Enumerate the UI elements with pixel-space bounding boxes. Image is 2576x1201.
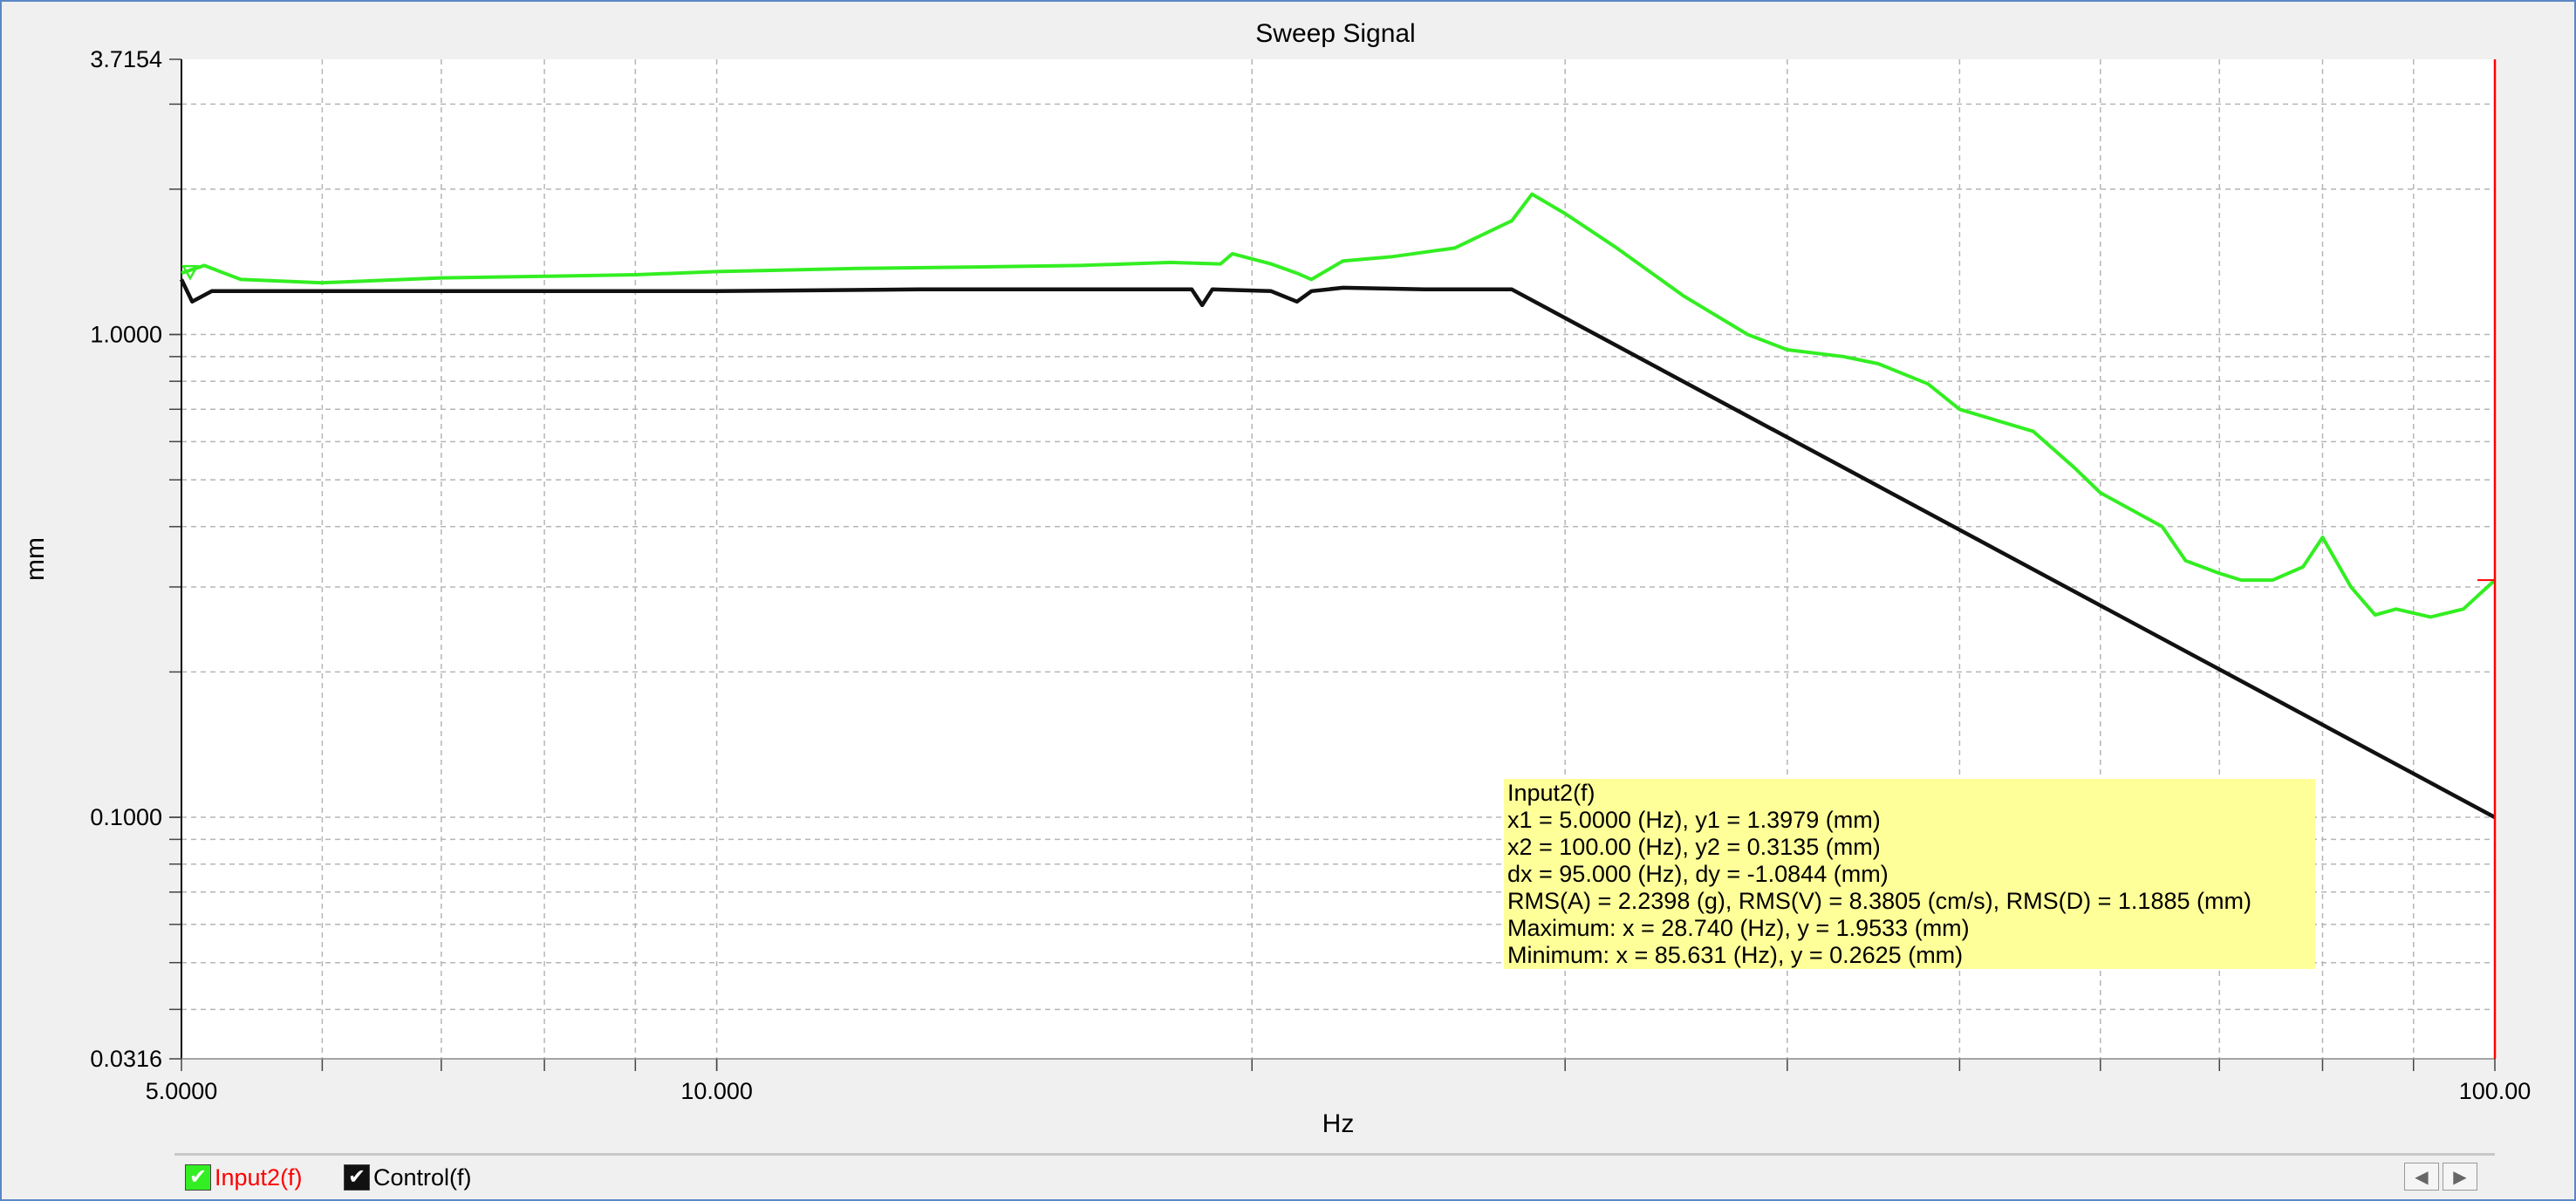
- info-minimum: Minimum: x = 85.631 (Hz), y = 0.2625 (mm…: [1507, 942, 1964, 968]
- legend-label-control: Control(f): [373, 1163, 472, 1191]
- info-delta: dx = 95.000 (Hz), dy = -1.0844 (mm): [1507, 861, 1889, 887]
- cursor-info-box: Input2(f) x1 = 5.0000 (Hz), y1 = 1.3979 …: [1504, 779, 2315, 969]
- arrow-right-icon: ▶: [2453, 1167, 2467, 1187]
- legend-item-control[interactable]: ✔ Control(f): [344, 1163, 472, 1192]
- info-rms: RMS(A) = 2.2398 (g), RMS(V) = 8.3805 (cm…: [1507, 888, 2251, 914]
- legend-label-input2: Input2(f): [215, 1163, 303, 1191]
- info-cursor-1: x1 = 5.0000 (Hz), y1 = 1.3979 (mm): [1507, 807, 1881, 833]
- checkbox-icon[interactable]: ✔: [344, 1164, 370, 1191]
- sweep-signal-chart: Sweep Signal 5.0000 10.000 100.00 3.7154 1.0…: [21, 19, 2532, 1138]
- arrow-left-icon: ◀: [2415, 1167, 2429, 1187]
- x-tick-label: 10.000: [680, 1078, 753, 1104]
- info-cursor-2: x2 = 100.00 (Hz), y2 = 0.3135 (mm): [1507, 834, 1881, 860]
- legend-bar: ✔ Input2(f) ✔ Control(f) ◀ ▶: [174, 1153, 2495, 1198]
- info-series-name: Input2(f): [1507, 780, 1595, 806]
- x-tick-label: 5.0000: [146, 1078, 218, 1104]
- scroll-left-button[interactable]: ◀: [2404, 1163, 2439, 1191]
- checkbox-icon[interactable]: ✔: [185, 1164, 211, 1191]
- y-tick-label: 1.0000: [90, 322, 162, 348]
- x-tick-label: 100.00: [2459, 1078, 2532, 1104]
- y-tick-label: 3.7154: [90, 46, 162, 72]
- y-tick-label: 0.0316: [90, 1046, 162, 1072]
- y-axis-label: mm: [21, 537, 50, 581]
- y-tick-label: 0.1000: [90, 804, 162, 830]
- legend-item-input2[interactable]: ✔ Input2(f): [185, 1163, 303, 1192]
- info-maximum: Maximum: x = 28.740 (Hz), y = 1.9533 (mm…: [1507, 915, 1970, 941]
- scroll-right-button[interactable]: ▶: [2443, 1163, 2477, 1191]
- x-axis-label: Hz: [1322, 1109, 1355, 1138]
- chart-title: Sweep Signal: [1255, 19, 1415, 48]
